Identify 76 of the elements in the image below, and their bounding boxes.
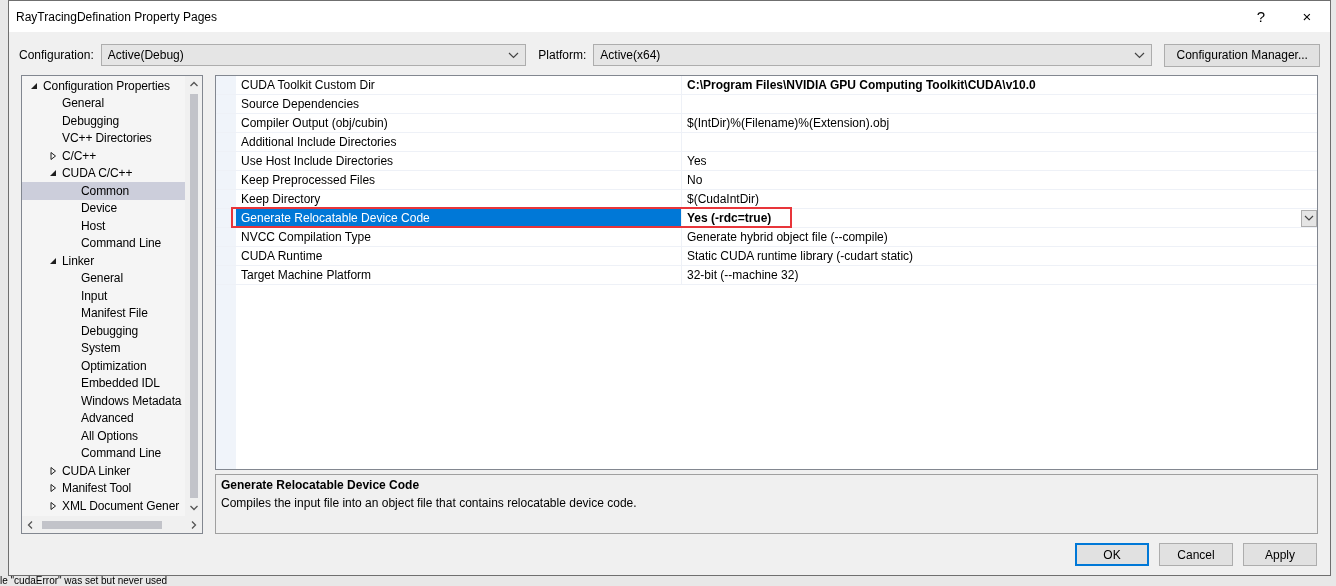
chevron-down-icon: [1134, 51, 1146, 59]
tree-item[interactable]: System: [22, 339, 185, 357]
field-label: Platform:: [538, 48, 587, 62]
dropdown-button[interactable]: [1301, 209, 1317, 227]
tree-item[interactable]: Debugging: [22, 112, 185, 130]
property-name[interactable]: Compiler Output (obj/cubin): [236, 114, 682, 132]
chevron-down-icon: [1304, 215, 1314, 221]
property-value[interactable]: C:\Program Files\NVIDIA GPU Computing Toolkit\CUDA\v10.0: [687, 78, 1036, 92]
combo-box[interactable]: Active(Debug): [100, 44, 527, 66]
scroll-left-icon[interactable]: [25, 519, 35, 530]
property-name[interactable]: Keep Directory: [236, 190, 682, 208]
tree-item[interactable]: Embedded IDL: [22, 374, 185, 392]
property-value[interactable]: Static CUDA runtime library (-cudart static): [687, 249, 914, 263]
property-value[interactable]: Yes: [687, 154, 707, 168]
scroll-up-icon[interactable]: [188, 79, 199, 89]
help-button[interactable]: ?: [1238, 1, 1284, 32]
collapsed-triangle-icon[interactable]: [49, 484, 57, 493]
property-name[interactable]: Additional Include Directories: [236, 133, 682, 151]
tree-item[interactable]: Input: [22, 287, 185, 305]
close-button[interactable]: ×: [1284, 1, 1330, 32]
dialog-button[interactable]: Cancel: [1159, 543, 1233, 566]
tree-item[interactable]: Manifest Tool: [22, 479, 185, 497]
property-value[interactable]: No: [687, 173, 703, 187]
field-label: Configuration:: [19, 48, 94, 62]
collapsed-triangle-icon[interactable]: [49, 501, 57, 510]
tree-item[interactable]: Configuration Properties: [22, 77, 185, 95]
tree-item[interactable]: General: [22, 94, 185, 112]
tree-item[interactable]: Optimization: [22, 357, 185, 375]
tree-item[interactable]: Device: [22, 199, 185, 217]
tree-item[interactable]: General: [22, 269, 185, 287]
property-name[interactable]: CUDA Toolkit Custom Dir: [236, 76, 682, 94]
scroll-right-icon[interactable]: [189, 519, 199, 530]
vertical-scrollbar[interactable]: [185, 76, 202, 516]
dialog-button[interactable]: OK: [1075, 543, 1149, 566]
collapsed-triangle-icon[interactable]: [49, 151, 57, 160]
property-name[interactable]: Use Host Include Directories: [236, 152, 682, 170]
property-name[interactable]: Source Dependencies: [236, 95, 682, 113]
combo-box[interactable]: Active(x64): [593, 44, 1153, 66]
scroll-down-icon[interactable]: [188, 503, 199, 513]
property-value[interactable]: $(CudaIntDir): [687, 192, 760, 206]
tree-item[interactable]: All Options: [22, 427, 185, 445]
tree-item[interactable]: VC++ Directories: [22, 129, 185, 147]
property-name[interactable]: NVCC Compilation Type: [236, 228, 682, 246]
dialog-button[interactable]: Apply: [1243, 543, 1317, 566]
property-value[interactable]: Yes (-rdc=true): [687, 211, 772, 225]
window-title: RayTracingDefination Property Pages: [16, 9, 218, 24]
description-title: Generate Relocatable Device Code: [221, 478, 421, 492]
expanded-triangle-icon[interactable]: [49, 169, 57, 178]
expanded-triangle-icon[interactable]: [49, 256, 57, 265]
tree-item[interactable]: CUDA Linker: [22, 462, 185, 480]
property-name[interactable]: CUDA Runtime: [236, 247, 682, 265]
tree-item[interactable]: C/C++: [22, 147, 185, 165]
property-value[interactable]: $(IntDir)%(Filename)%(Extension).obj: [687, 116, 890, 130]
tree-item[interactable]: Manifest File: [22, 304, 185, 322]
horizontal-scrollbar[interactable]: [22, 516, 202, 533]
tree-item[interactable]: Advanced: [22, 409, 185, 427]
chevron-down-icon: [508, 51, 520, 59]
configuration-manager-button[interactable]: Configuration Manager...: [1164, 43, 1320, 67]
background-text: le "cudaError" was set but never used: [0, 575, 168, 586]
tree-item[interactable]: Command Line: [22, 234, 185, 252]
tree-item[interactable]: Common: [22, 182, 185, 200]
description-text: Compiles the input file into an object file that contains relocatable device code.: [221, 496, 638, 510]
property-value[interactable]: 32-bit (--machine 32): [687, 268, 799, 282]
tree-item[interactable]: Debugging: [22, 322, 185, 340]
property-value[interactable]: Generate hybrid object file (--compile): [687, 230, 888, 244]
tree-item[interactable]: XML Document Gener: [22, 497, 185, 515]
tree-item[interactable]: Host: [22, 217, 185, 235]
expanded-triangle-icon[interactable]: [30, 81, 38, 90]
property-name[interactable]: Keep Preprocessed Files: [236, 171, 682, 189]
property-name[interactable]: Target Machine Platform: [236, 266, 682, 284]
tree-item[interactable]: Windows Metadata: [22, 392, 185, 410]
property-name[interactable]: Generate Relocatable Device Code: [236, 209, 682, 227]
tree-item[interactable]: CUDA C/C++: [22, 164, 185, 182]
tree-item[interactable]: Linker: [22, 252, 185, 270]
collapsed-triangle-icon[interactable]: [49, 466, 57, 475]
tree-item[interactable]: Command Line: [22, 444, 185, 462]
